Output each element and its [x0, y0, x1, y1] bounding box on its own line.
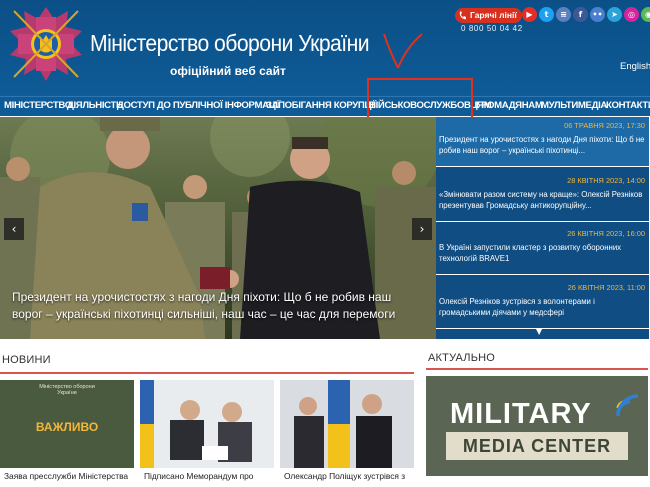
facebook-icon[interactable]: f	[573, 7, 588, 22]
important-badge: ВАЖЛИВО	[35, 420, 99, 434]
card-caption[interactable]: Олександр Поліщук зустрівся з	[284, 471, 410, 481]
news-section-title: НОВИНИ	[2, 354, 51, 366]
slider-prev-button[interactable]: ‹	[4, 218, 24, 240]
broadcast-icon	[616, 394, 639, 417]
youtube-icon[interactable]: ▶	[522, 7, 537, 22]
site-title[interactable]: Міністерство оборони України	[90, 30, 370, 57]
news-section-divider	[0, 372, 414, 374]
news-icon[interactable]: ≡	[556, 7, 571, 22]
instagram-icon[interactable]: ◎	[624, 7, 639, 22]
news-item[interactable]: 26 КВІТНЯ 2023, 11:00 Олексій Резніков з…	[436, 279, 649, 329]
hotline-number: 0 800 50 04 42	[461, 24, 523, 33]
site-subtitle: офіційний веб сайт	[170, 64, 286, 78]
card-caption[interactable]: Заява пресслужби Міністерства	[4, 471, 130, 481]
language-switch[interactable]: English	[620, 61, 650, 72]
page: Міністерство оборони України офіційний в…	[0, 0, 650, 487]
news-title[interactable]: В Україні запустили кластер з розвитку о…	[439, 242, 646, 264]
news-date: 06 ТРАВНЯ 2023, 17:30	[564, 121, 645, 130]
military-media-center-banner[interactable]: MILITARY MEDIA CENTER	[426, 376, 648, 476]
social-links: ▶ t ≡ f •• ➤ ◎ ◉	[522, 7, 650, 22]
news-item[interactable]: 28 КВІТНЯ 2023, 14:00 «Змінювати разом с…	[436, 172, 649, 222]
slider-next-button[interactable]: ›	[412, 218, 432, 240]
hero-caption[interactable]: Президент на урочистостях з нагоди Дня п…	[12, 289, 412, 323]
news-title[interactable]: Президент на урочистостях з нагоди Дня п…	[439, 134, 646, 156]
news-card[interactable]: Міністерство оборони України ВАЖЛИВО Зая…	[0, 380, 134, 487]
rss-icon[interactable]: ◉	[641, 7, 650, 22]
news-title[interactable]: Олексій Резніков зустрівся з волонтерами…	[439, 296, 646, 318]
actual-section-divider	[426, 368, 648, 370]
actual-section-title: АКТУАЛЬНО	[428, 352, 496, 364]
promo-subtitle: MEDIA CENTER	[446, 432, 628, 460]
nav-item-contacts[interactable]: КОНТАКТИ	[606, 100, 650, 111]
news-scroll-down-icon[interactable]: ▼	[536, 327, 542, 336]
card-image	[140, 380, 274, 468]
nav-item-public-info[interactable]: ДОСТУП ДО ПУБЛІЧНОЇ ІНФОРМАЦІЇ	[117, 100, 280, 111]
news-card[interactable]: Олександр Поліщук зустрівся з	[280, 380, 414, 487]
nav-item-ministry[interactable]: МІНІСТЕРСТВО	[4, 100, 72, 111]
card-caption[interactable]: Підписано Меморандум про	[144, 471, 270, 481]
hero-slider[interactable]: Президент на урочистостях з нагоди Дня п…	[0, 117, 436, 339]
news-sidebar: 06 ТРАВНЯ 2023, 17:30 Президент на урочи…	[436, 117, 649, 339]
annotation-arrow-icon	[383, 33, 423, 69]
ministry-emblem-logo[interactable]	[10, 7, 82, 81]
news-item[interactable]: 26 КВІТНЯ 2023, 16:00 В Україні запустил…	[436, 225, 649, 275]
news-date: 26 КВІТНЯ 2023, 16:00	[567, 229, 645, 238]
card-image	[280, 380, 414, 468]
news-date: 26 КВІТНЯ 2023, 11:00	[567, 283, 645, 292]
hotline-label: Гарячі лінії	[470, 10, 517, 20]
card-org-label: Міністерство оборони України	[39, 384, 95, 396]
twitter-icon[interactable]: t	[539, 7, 554, 22]
telegram-icon[interactable]: ➤	[607, 7, 622, 22]
nav-item-multimedia[interactable]: МУЛЬТИМЕДІА	[541, 100, 607, 111]
phone-icon	[459, 11, 466, 20]
site-header: Міністерство оборони України офіційний в…	[0, 0, 650, 96]
promo-title: MILITARY	[450, 398, 592, 430]
news-item[interactable]: 06 ТРАВНЯ 2023, 17:30 Президент на урочи…	[436, 117, 649, 167]
news-title[interactable]: «Змінювати разом систему на краще»: Олек…	[439, 189, 646, 211]
flickr-icon[interactable]: ••	[590, 7, 605, 22]
news-card[interactable]: Підписано Меморандум про	[140, 380, 274, 487]
nav-item-activity[interactable]: ДІЯЛЬНІСТЬ	[67, 100, 123, 111]
news-date: 28 КВІТНЯ 2023, 14:00	[567, 176, 645, 185]
nav-item-citizens[interactable]: ГРОМАДЯНАМ	[476, 100, 543, 111]
main-nav: МІНІСТЕРСТВО ДІЯЛЬНІСТЬ ДОСТУП ДО ПУБЛІЧ…	[0, 96, 650, 116]
nav-item-anticorruption[interactable]: ЗАПОБІГАННЯ КОРУПЦІЇ	[266, 100, 376, 111]
hotline-button[interactable]: Гарячі лінії	[455, 8, 522, 23]
